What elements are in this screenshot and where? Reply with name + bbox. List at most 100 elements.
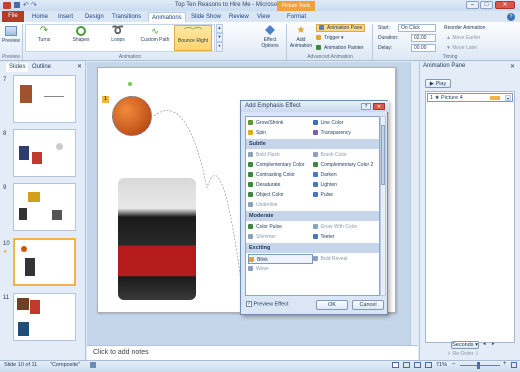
anim-turns[interactable]: ↷ Turns [30, 25, 58, 51]
effect-lighten[interactable]: Lighten [312, 180, 378, 190]
slide-thumbnail-selected[interactable] [13, 238, 76, 286]
effect-spin[interactable]: Spin [248, 128, 313, 138]
effect-blink[interactable]: Blink [248, 254, 313, 264]
effect-label: Darken [320, 172, 337, 178]
desaturate-icon [248, 182, 253, 188]
effect-transparency[interactable]: Transparency [312, 128, 378, 138]
move-earlier-button[interactable]: ▲ Move Earlier [446, 35, 480, 41]
timeline-prev-icon[interactable]: ◂ [483, 341, 486, 347]
effect-grow-with-color[interactable]: Grow With Color [312, 222, 378, 232]
duration-spinner[interactable]: 02.00 [411, 34, 436, 42]
effect-bold-reveal[interactable]: Bold Reveal [312, 254, 378, 264]
redo-icon[interactable]: ↷ [31, 1, 37, 9]
tab-animations[interactable]: Animations [148, 12, 186, 22]
maximize-button[interactable]: □ [480, 1, 493, 9]
effect-complementary-color[interactable]: Complementary Color [248, 160, 313, 170]
add-animation-button[interactable]: ★ Add Animation [288, 24, 314, 54]
effect-grow-shrink[interactable]: Grow/Shrink [248, 118, 313, 128]
preview-button[interactable]: Preview [2, 24, 20, 52]
effect-shimmer[interactable]: Shimmer [248, 232, 313, 242]
effect-pulse[interactable]: Pulse [312, 190, 378, 200]
animation-painter-button[interactable]: Animation Painter [316, 44, 363, 52]
effect-color-pulse[interactable]: Color Pulse [248, 222, 313, 232]
dialog-help-button[interactable]: ? [361, 103, 371, 110]
effect-object-color[interactable]: Object Color [248, 190, 313, 200]
undo-icon[interactable]: ↶ [23, 1, 29, 9]
slide-thumbnail[interactable] [13, 183, 76, 231]
tab-outline[interactable]: Outline [32, 63, 51, 72]
spell-check-icon[interactable] [90, 362, 96, 368]
close-button[interactable]: ✕ [495, 1, 515, 9]
tab-format[interactable]: Format [287, 12, 306, 22]
cancel-button[interactable]: Cancel [352, 300, 384, 310]
seconds-dropdown[interactable]: Seconds ▾ [451, 341, 479, 349]
zoom-in-icon[interactable]: + [503, 361, 507, 367]
scroll-thumb[interactable] [381, 125, 385, 185]
slide-thumbnail[interactable] [13, 75, 76, 123]
ok-button[interactable]: OK [316, 300, 348, 310]
gallery-scroll-down[interactable]: ▼ [216, 33, 223, 42]
trigger-button[interactable]: Trigger ▾ [316, 34, 344, 42]
help-icon[interactable]: ? [507, 13, 515, 21]
tab-transitions[interactable]: Transitions [112, 12, 141, 22]
item-dropdown-icon[interactable]: ▾ [505, 95, 511, 101]
slide-thumbnail[interactable] [13, 129, 76, 177]
dialog-close-button[interactable]: ✕ [373, 103, 385, 110]
animation-pane-button[interactable]: Animation Pane [316, 24, 366, 32]
tab-view[interactable]: View [257, 12, 270, 22]
animation-item[interactable]: 1 ★ Picture 4 ▾ [427, 93, 513, 102]
anim-shapes[interactable]: Shapes [66, 25, 96, 51]
play-button[interactable]: ▶ Play [425, 79, 451, 88]
fit-to-window-icon[interactable] [511, 362, 517, 368]
tab-slides[interactable]: Slides [6, 63, 29, 72]
delay-spinner[interactable]: 00.00 [411, 44, 436, 52]
effect-label: Shimmer [256, 234, 277, 240]
preview-effect-checkbox[interactable]: ✓ Preview Effect [246, 301, 289, 307]
gallery-more[interactable]: ▾ [216, 42, 223, 52]
effect-bold-flash[interactable]: Bold Flash [248, 150, 313, 160]
notes-pane[interactable]: Click to add notes [87, 345, 418, 360]
effect-brush-color[interactable]: Brush Color [312, 150, 378, 160]
dialog-scrollbar[interactable] [380, 116, 386, 296]
zoom-thumb[interactable] [477, 362, 480, 369]
effect-options-button[interactable]: Effect Options [256, 24, 284, 54]
minimize-button[interactable]: – [466, 1, 479, 9]
tab-review[interactable]: Review [229, 12, 249, 22]
effect-underline[interactable]: Underline [248, 200, 313, 210]
effect-line-color[interactable]: Line Color [312, 118, 378, 128]
save-icon[interactable] [14, 2, 20, 8]
slideshow-icon[interactable] [425, 362, 432, 368]
effect-contrasting-color[interactable]: Contrasting Color [248, 170, 313, 180]
app-logo-icon[interactable] [3, 2, 11, 9]
normal-view-icon[interactable] [392, 362, 399, 368]
move-later-button[interactable]: ▼ Move Later [446, 45, 477, 51]
effect-desaturate[interactable]: Desaturate [248, 180, 313, 190]
reading-view-icon[interactable] [414, 362, 421, 368]
slide-thumbnail[interactable] [13, 293, 76, 341]
tab-design[interactable]: Design [85, 12, 104, 22]
anim-loops[interactable]: ➰ Loops [104, 25, 132, 51]
start-dropdown[interactable]: On Click [398, 24, 436, 32]
selection-handle[interactable] [128, 82, 132, 86]
effect-teeter[interactable]: Teeter [312, 232, 378, 242]
gallery-scroll-up[interactable]: ▲ [216, 24, 223, 33]
effect-darken[interactable]: Darken [312, 170, 378, 180]
effect-wave[interactable]: Wave [248, 264, 313, 274]
tab-slide-show[interactable]: Slide Show [191, 12, 221, 22]
shapes-icon [76, 26, 86, 36]
basketball-image[interactable] [112, 96, 152, 136]
zoom-level[interactable]: 71% [436, 362, 447, 368]
tab-insert[interactable]: Insert [58, 12, 73, 22]
tab-file[interactable]: File [2, 11, 24, 22]
anim-bounce-right[interactable]: ⌒⌒ Bounce Right [174, 25, 212, 51]
zoom-slider[interactable] [460, 362, 500, 369]
close-pane-icon[interactable]: ✕ [77, 63, 82, 70]
close-pane-icon[interactable]: ✕ [510, 63, 515, 70]
tab-home[interactable]: Home [32, 12, 48, 22]
vertical-scrollbar[interactable] [410, 62, 418, 345]
anim-custom-path[interactable]: ∿ Custom Path [138, 25, 172, 51]
timeline-next-icon[interactable]: ▸ [492, 341, 495, 347]
zoom-out-icon[interactable]: – [452, 361, 455, 367]
effect-complementary-color-2[interactable]: Complementary Color 2 [312, 160, 378, 170]
slide-sorter-icon[interactable] [403, 362, 410, 368]
